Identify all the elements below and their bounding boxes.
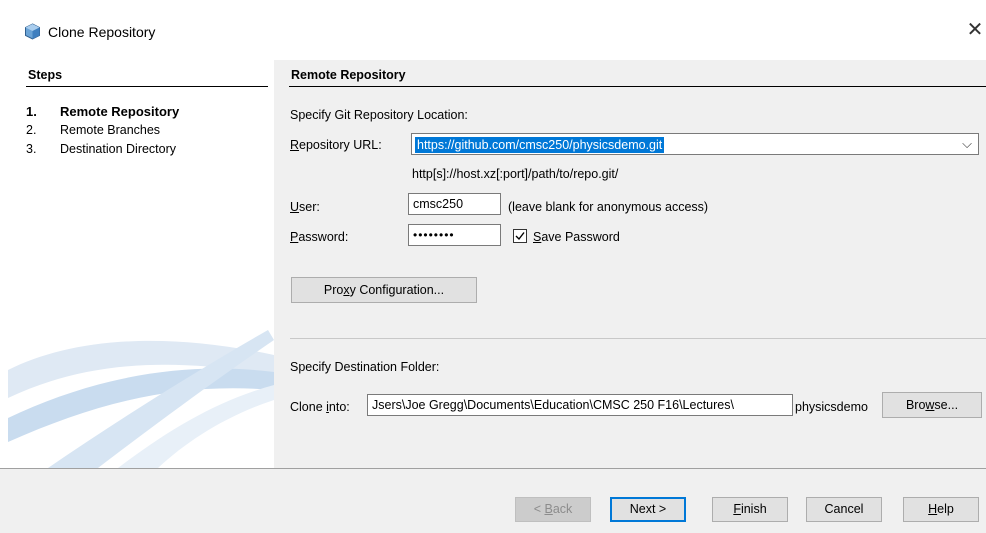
- user-input[interactable]: cmsc250: [408, 193, 501, 215]
- close-icon[interactable]: ✕: [964, 18, 986, 42]
- step-number: 1.: [26, 104, 37, 119]
- step-label: Remote Branches: [60, 123, 161, 137]
- step-label: Remote Repository: [60, 104, 180, 119]
- help-button[interactable]: Help: [903, 497, 979, 522]
- save-password-label[interactable]: Save Password: [533, 230, 620, 244]
- steps-title: Steps: [28, 68, 63, 82]
- destination-heading: Specify Destination Folder:: [290, 360, 440, 374]
- user-hint: (leave blank for anonymous access): [508, 200, 709, 214]
- cancel-button[interactable]: Cancel: [806, 497, 882, 522]
- clone-into-label: Clone into:: [290, 400, 350, 414]
- repository-url-hint: http[s]://host.xz[:port]/path/to/repo.gi…: [412, 167, 619, 181]
- repository-url-combobox[interactable]: https://github.com/cmsc250/physicsdemo.g…: [411, 133, 979, 155]
- step-remote-branches: 2. Remote Branches: [26, 123, 160, 137]
- step-destination-directory: 3. Destination Directory: [26, 142, 176, 156]
- steps-sidebar: Steps 1. Remote Repository 2. Remote Branc…: [8, 60, 274, 468]
- dialog-footer: < Back Next > Finish Cancel Help: [0, 469, 986, 533]
- password-label: Password:: [290, 230, 349, 244]
- save-password-checkbox[interactable]: [513, 229, 527, 243]
- clone-into-folder-name: physicsdemo: [795, 400, 868, 414]
- repository-url-label: Repository URL:: [290, 138, 382, 152]
- window-title: Clone Repository: [48, 24, 156, 40]
- step-number: 3.: [26, 142, 37, 156]
- finish-button[interactable]: Finish: [712, 497, 788, 522]
- next-button[interactable]: Next >: [610, 497, 686, 522]
- steps-divider: [26, 86, 268, 87]
- browse-button[interactable]: Browse...: [882, 392, 982, 418]
- proxy-configuration-button[interactable]: Proxy Configuration...: [291, 277, 477, 303]
- step-remote-repository: 1. Remote Repository: [26, 104, 179, 119]
- panel-title: Remote Repository: [291, 68, 406, 82]
- repository-url-value[interactable]: https://github.com/cmsc250/physicsdemo.g…: [415, 137, 665, 153]
- checkmark-icon: [515, 232, 525, 241]
- user-label: User:: [290, 200, 320, 214]
- chevron-down-icon[interactable]: ⌵: [962, 136, 972, 152]
- back-button[interactable]: < Back: [515, 497, 591, 522]
- password-input[interactable]: ••••••••: [408, 224, 501, 246]
- step-number: 2.: [26, 123, 37, 137]
- panel-divider: [289, 86, 986, 87]
- remote-repository-panel: Remote Repository Specify Git Repository…: [274, 60, 986, 468]
- clone-into-path-input[interactable]: Jsers\Joe Gregg\Documents\Education\CMSC…: [367, 394, 793, 416]
- location-heading: Specify Git Repository Location:: [290, 108, 468, 122]
- section-separator: [290, 338, 986, 339]
- step-label: Destination Directory: [60, 142, 177, 156]
- title-bar: Clone Repository ✕: [0, 0, 986, 60]
- decorative-swoosh: [8, 330, 274, 468]
- netbeans-cube-icon: [25, 23, 40, 40]
